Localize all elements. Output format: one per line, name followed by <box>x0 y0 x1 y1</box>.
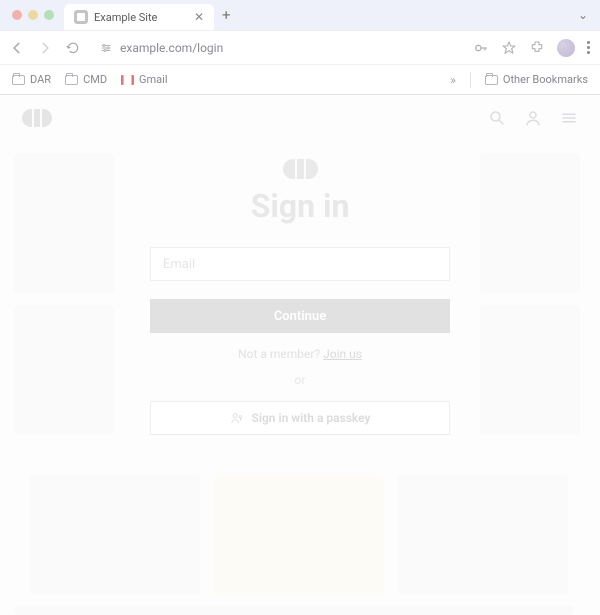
window-close-button[interactable] <box>12 10 22 20</box>
forward-button[interactable] <box>38 41 52 55</box>
join-us-link[interactable]: Join us <box>323 347 362 361</box>
other-bookmarks-button[interactable]: Other Bookmarks <box>485 73 588 86</box>
new-tab-button[interactable]: + <box>222 8 231 23</box>
not-member-line: Not a member? Join us <box>85 347 515 361</box>
email-field[interactable] <box>150 247 450 281</box>
signin-panel: Sign in Continue Not a member? Join us o… <box>85 141 515 435</box>
bookmark-star-icon[interactable] <box>501 40 517 56</box>
bookmark-label: DAR <box>30 73 51 86</box>
or-separator: or <box>85 373 515 387</box>
bookmarks-bar: DAR CMD Gmail » Other Bookmarks <box>0 64 600 94</box>
divider <box>470 72 471 88</box>
signin-heading: Sign in <box>85 187 515 225</box>
passkey-button-label: Sign in with a passkey <box>252 411 371 425</box>
tab-strip: Example Site ✕ + ⌄ <box>0 0 600 30</box>
bookmark-gmail[interactable]: Gmail <box>121 73 167 86</box>
folder-icon <box>65 75 78 85</box>
address-bar[interactable]: example.com/login <box>90 35 463 61</box>
passkey-signin-button[interactable]: Sign in with a passkey <box>150 401 450 435</box>
search-icon[interactable] <box>488 109 506 127</box>
bookmark-label: Other Bookmarks <box>503 73 588 86</box>
gmail-icon <box>121 75 134 85</box>
bookmark-label: Gmail <box>139 73 167 86</box>
hamburger-icon[interactable] <box>560 109 578 127</box>
browser-toolbar: example.com/login <box>0 30 600 64</box>
folder-icon <box>12 75 25 85</box>
continue-button[interactable]: Continue <box>150 299 450 333</box>
bookmark-folder-cmd[interactable]: CMD <box>65 73 107 86</box>
reload-button[interactable] <box>66 41 80 55</box>
tab-favicon <box>74 10 88 24</box>
browser-menu-button[interactable] <box>587 41 590 54</box>
page-viewport: Sign in Continue Not a member? Join us o… <box>0 95 600 615</box>
folder-icon <box>485 75 498 85</box>
user-icon[interactable] <box>524 109 542 127</box>
bookmark-folder-dar[interactable]: DAR <box>12 73 51 86</box>
tab-close-button[interactable]: ✕ <box>194 11 204 23</box>
tab-title: Example Site <box>94 11 188 24</box>
window-fullscreen-button[interactable] <box>44 10 54 20</box>
tabs-dropdown-button[interactable]: ⌄ <box>578 8 592 22</box>
bookmark-label: CMD <box>83 73 107 86</box>
extensions-icon[interactable] <box>529 40 545 56</box>
window-controls <box>8 10 64 20</box>
bookmarks-overflow-button[interactable]: » <box>450 73 456 87</box>
not-member-text: Not a member? <box>238 347 323 361</box>
browser-tab[interactable]: Example Site ✕ <box>64 4 214 30</box>
site-header <box>0 95 600 141</box>
back-button[interactable] <box>10 41 24 55</box>
site-controls-icon[interactable] <box>100 42 112 54</box>
browser-chrome: Example Site ✕ + ⌄ example.com/login <box>0 0 600 95</box>
site-logo[interactable] <box>22 109 52 127</box>
panel-logo <box>85 159 515 179</box>
window-minimize-button[interactable] <box>28 10 38 20</box>
address-bar-text: example.com/login <box>120 41 453 55</box>
profile-avatar[interactable] <box>557 39 575 57</box>
passkey-icon <box>230 411 244 425</box>
password-manager-icon[interactable] <box>473 40 489 56</box>
